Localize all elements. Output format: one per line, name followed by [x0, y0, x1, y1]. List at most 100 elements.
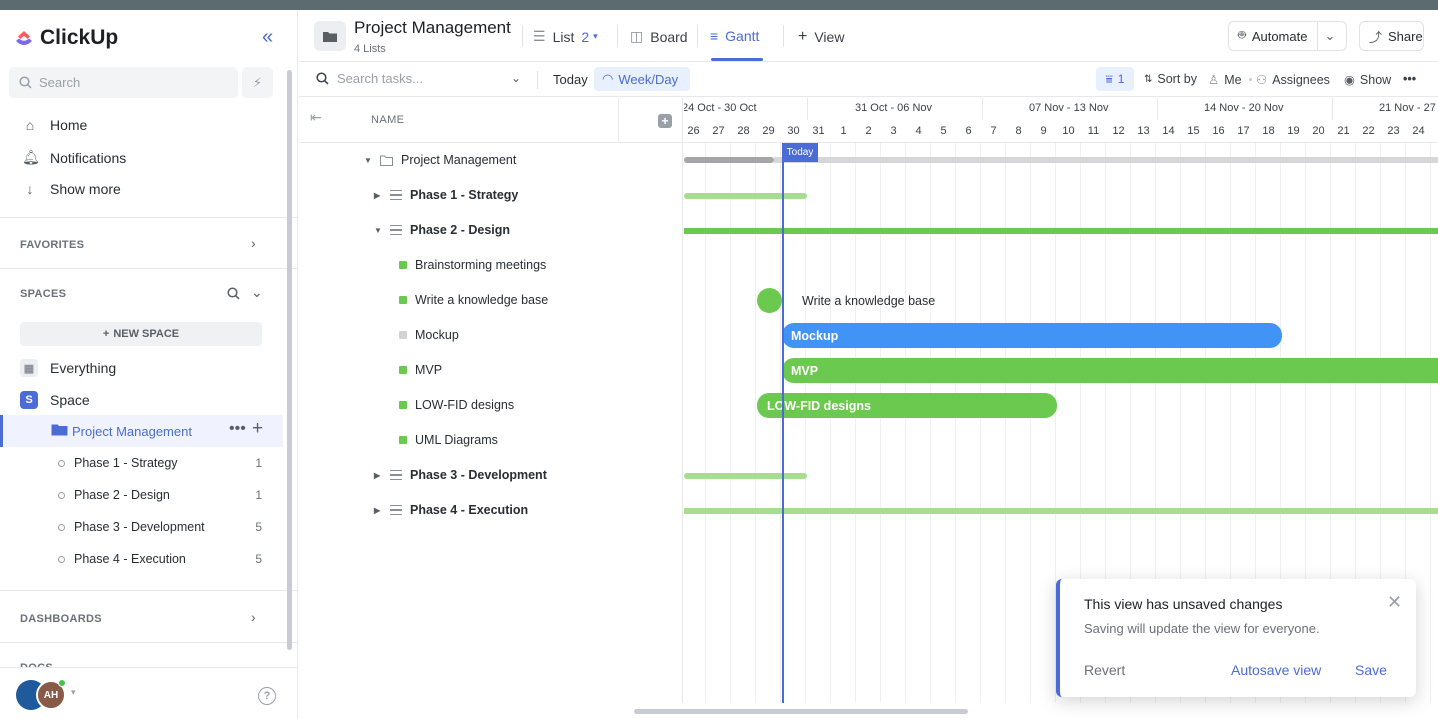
spaces-header[interactable]: SPACES [20, 288, 66, 300]
today-button[interactable]: Today [553, 72, 588, 87]
chevron-down-icon[interactable]: ⌄ [1324, 28, 1335, 44]
week-day-button[interactable]: ◠ Week/Day [594, 67, 691, 91]
sidebar-list-item[interactable]: Phase 3 - Development 5 [58, 520, 268, 534]
dashboards-header[interactable]: DASHBOARDS [20, 613, 102, 625]
task-status-indicator[interactable] [399, 331, 407, 339]
today-line [782, 143, 784, 703]
folder-summary-bar[interactable] [774, 157, 1438, 163]
collapse-sidebar-icon[interactable]: « [262, 26, 273, 49]
task-status-indicator[interactable] [399, 261, 407, 269]
tree-task-row[interactable]: MVP [399, 363, 442, 377]
day-label: 18 [1262, 125, 1275, 137]
new-space-button[interactable]: + NEW SPACE [20, 322, 262, 346]
sidebar-list-item[interactable]: Phase 1 - Strategy 1 [58, 456, 268, 470]
share-button[interactable]: ⤴ Share [1359, 21, 1424, 51]
sidebar-search-input[interactable]: Search [9, 67, 238, 98]
chevron-down-icon[interactable]: ⌄ [251, 284, 263, 301]
tree-task-row[interactable]: UML Diagrams [399, 433, 498, 447]
folder-progress-bar[interactable] [684, 157, 774, 163]
week-divider [982, 98, 983, 120]
grid-icon: ▦ [20, 359, 38, 377]
folder-project-management[interactable]: Project Management ••• + [0, 415, 283, 447]
space-item[interactable]: S Space [20, 391, 90, 409]
favorites-header[interactable]: FAVORITES [20, 239, 84, 251]
revert-button[interactable]: Revert [1084, 662, 1125, 678]
add-icon[interactable]: + [252, 418, 263, 440]
collapse-tree-icon[interactable]: ⇤ [310, 109, 322, 126]
tree-task-row[interactable]: LOW-FID designs [399, 398, 514, 412]
caret-right-icon[interactable]: ▶ [374, 191, 382, 200]
chevron-right-icon[interactable]: › [251, 609, 256, 625]
more-options-icon[interactable]: ••• [1403, 72, 1416, 86]
assignees-button[interactable]: ⚇ Assignees [1256, 72, 1330, 88]
help-icon[interactable]: ? [258, 687, 276, 705]
name-column-header[interactable]: NAME [371, 114, 404, 126]
task-bar-lowfid[interactable]: LOW-FID designs [757, 393, 1057, 418]
week-divider [807, 98, 808, 120]
task-status-indicator[interactable] [399, 366, 407, 374]
caret-right-icon[interactable]: ▶ [374, 471, 382, 480]
task-bar-mockup[interactable]: Mockup [782, 323, 1282, 348]
sort-button[interactable]: ⇅ Sort by [1144, 72, 1197, 86]
everything-item[interactable]: ▦ Everything [20, 359, 116, 377]
add-view-button[interactable]: + View [798, 28, 844, 46]
close-icon[interactable]: ✕ [1387, 592, 1402, 613]
day-label: 26 [687, 125, 700, 137]
nav-show-more[interactable]: ↓ Show more [22, 181, 121, 197]
task-status-indicator[interactable] [399, 296, 407, 304]
phase-2-bar[interactable] [684, 228, 1438, 234]
folder-button[interactable] [314, 21, 346, 51]
milestone-marker[interactable] [757, 288, 782, 313]
tree-task-row[interactable]: Write a knowledge base [399, 293, 548, 307]
nav-home[interactable]: ⌂ Home [22, 117, 88, 133]
week-label: 07 Nov - 13 Nov [1029, 102, 1109, 114]
sidebar-list-item[interactable]: Phase 4 - Execution 5 [58, 552, 268, 566]
tree-task-row[interactable]: Mockup [399, 328, 459, 342]
tree-folder-row[interactable]: ▼ Project Management [364, 153, 516, 167]
show-button[interactable]: ◉ Show [1344, 72, 1392, 88]
caret-down-icon[interactable]: ▾ [593, 31, 598, 42]
sidebar-divider [0, 217, 297, 218]
task-bar-mvp[interactable]: MVP [782, 358, 1438, 383]
phase-4-bar[interactable] [684, 508, 1438, 514]
caret-down-icon[interactable]: ▼ [374, 226, 382, 235]
day-grid-line [805, 143, 806, 703]
tree-task-row[interactable]: Brainstorming meetings [399, 258, 546, 272]
caret-down-icon[interactable]: ▾ [71, 687, 76, 698]
phase-1-bar[interactable] [684, 193, 807, 199]
active-tab-indicator [711, 58, 763, 61]
tree-list-row[interactable]: ▶ Phase 1 - Strategy [374, 188, 518, 202]
tree-list-row[interactable]: ▶ Phase 3 - Development [374, 468, 547, 482]
spaces-search-icon[interactable] [227, 287, 240, 300]
list-count: 5 [255, 520, 262, 534]
autosave-view-button[interactable]: Autosave view [1231, 662, 1321, 678]
filter-button[interactable]: ⩸ 1 [1096, 67, 1134, 91]
automate-button[interactable]: 🤖︎ Automate ⌄ [1228, 21, 1347, 51]
sidebar-list-item[interactable]: Phase 2 - Design 1 [58, 488, 268, 502]
me-filter-button[interactable]: ♙ Me [1208, 72, 1242, 88]
task-status-indicator[interactable] [399, 401, 407, 409]
share-label: Share [1388, 28, 1423, 44]
save-button[interactable]: Save [1355, 662, 1387, 678]
clickup-logo[interactable]: ClickUp [14, 26, 118, 50]
sidebar-scrollbar[interactable] [287, 70, 292, 650]
task-status-indicator[interactable] [399, 436, 407, 444]
horizontal-scrollbar[interactable] [634, 709, 968, 714]
tab-gantt[interactable]: ≡ Gantt [710, 28, 759, 44]
caret-down-icon[interactable]: ▼ [364, 156, 372, 165]
chevron-right-icon[interactable]: › [251, 235, 256, 251]
nav-notifications[interactable]: 🔔︎ Notifications [22, 149, 126, 166]
caret-right-icon[interactable]: ▶ [374, 506, 382, 515]
more-options-icon[interactable]: ••• [229, 420, 246, 438]
quick-action-button[interactable]: ⚡︎ [242, 67, 273, 98]
tree-list-row[interactable]: ▼ Phase 2 - Design [374, 223, 510, 237]
users-icon: ⚇ [1256, 73, 1268, 87]
phase-3-bar[interactable] [684, 473, 807, 479]
search-options-chevron-icon[interactable]: ⌄ [511, 71, 521, 85]
task-search-input[interactable]: Search tasks... [316, 71, 423, 86]
tab-list[interactable]: ☰ List 2 ▾ [533, 28, 598, 45]
tab-board[interactable]: ◫ Board [630, 28, 688, 45]
show-label: Show [1359, 72, 1392, 87]
tree-list-row[interactable]: ▶ Phase 4 - Execution [374, 503, 528, 517]
add-column-icon[interactable]: + [658, 114, 672, 128]
